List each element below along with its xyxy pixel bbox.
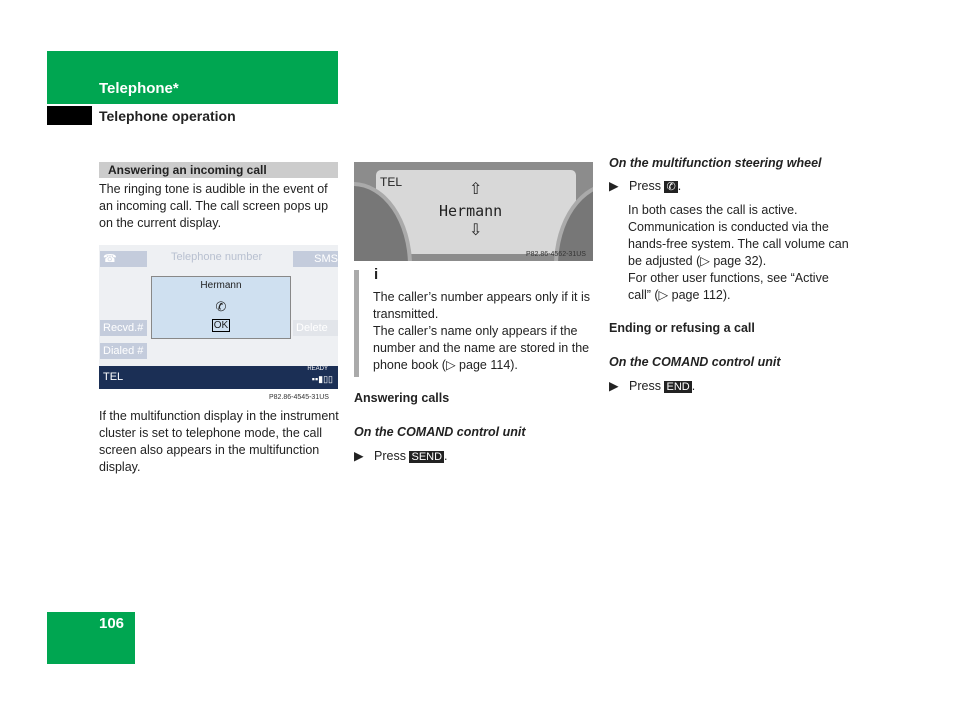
cluster-display-image: TEL ⇧ Hermann ⇩ P82.86-4562-31US [354,162,593,261]
note-text: The caller’s number appears only if it i… [373,290,590,321]
status-label: TEL [103,371,124,383]
end-key: END [664,381,692,393]
page-number: 106 [99,615,125,632]
note-bar [354,270,359,377]
screen-title: Telephone number [171,251,263,263]
call-active-text: In both cases the call is active. Commun… [628,203,849,268]
chapter-header: Telephone* [47,51,338,104]
cluster-label: TEL [380,175,403,189]
dialed-button: Dialed # [100,343,147,359]
section-subtitle: Telephone operation [99,108,236,124]
arrow-down-icon: ⇩ [469,222,483,239]
cluster-caller: Hermann [439,202,503,220]
chapter-title: Telephone* [99,80,179,97]
comand-heading: On the COMAND control unit [354,425,526,439]
phone-icon: ☎ [100,251,147,267]
phone-key-icon: ✆ [664,181,678,193]
steering-heading: On the multifunction steering wheel [609,156,822,170]
delete-button: Delete [293,320,338,336]
arrow-up-icon: ⇧ [469,181,483,198]
section-heading: Answering an incoming call [99,162,338,178]
page-number-box: 106 [47,612,135,664]
image-caption: P82.86-4545-31US [269,394,329,401]
answering-heading: Answering calls [354,391,450,405]
ready-label: READY [307,366,328,372]
send-key: SEND [409,451,445,463]
image-caption: P82.86-4562-31US [526,251,586,258]
ok-button: OK [211,319,231,332]
ending-heading: Ending or refusing a call [609,321,755,335]
multifunction-text: If the multifunction display in the inst… [99,409,339,474]
intro-text: The ringing tone is audible in the event… [99,182,329,230]
press-send-step: ▶ Press SEND. [354,449,448,463]
sms-button: SMS [293,251,338,267]
press-phone-step: ▶ Press ✆. [609,179,682,193]
signal-icon: ▪▪▮▯▯ [311,374,333,384]
comand-screen-image: ☎ Telephone number SMS Hermann ✆ OK Recv… [99,245,338,389]
info-icon: i [374,266,379,283]
phone-icon: ✆ [215,299,227,314]
recvd-button: Recvd.# [100,320,147,336]
press-end-step: ▶ Press END. [609,379,696,393]
note-text: The caller’s name only appears if the nu… [373,324,590,372]
section-marker [47,106,92,125]
other-functions-text: For other user functions, see “Active ca… [628,271,829,302]
caller-name: Hermann [200,280,242,291]
comand-heading-2: On the COMAND control unit [609,355,781,369]
